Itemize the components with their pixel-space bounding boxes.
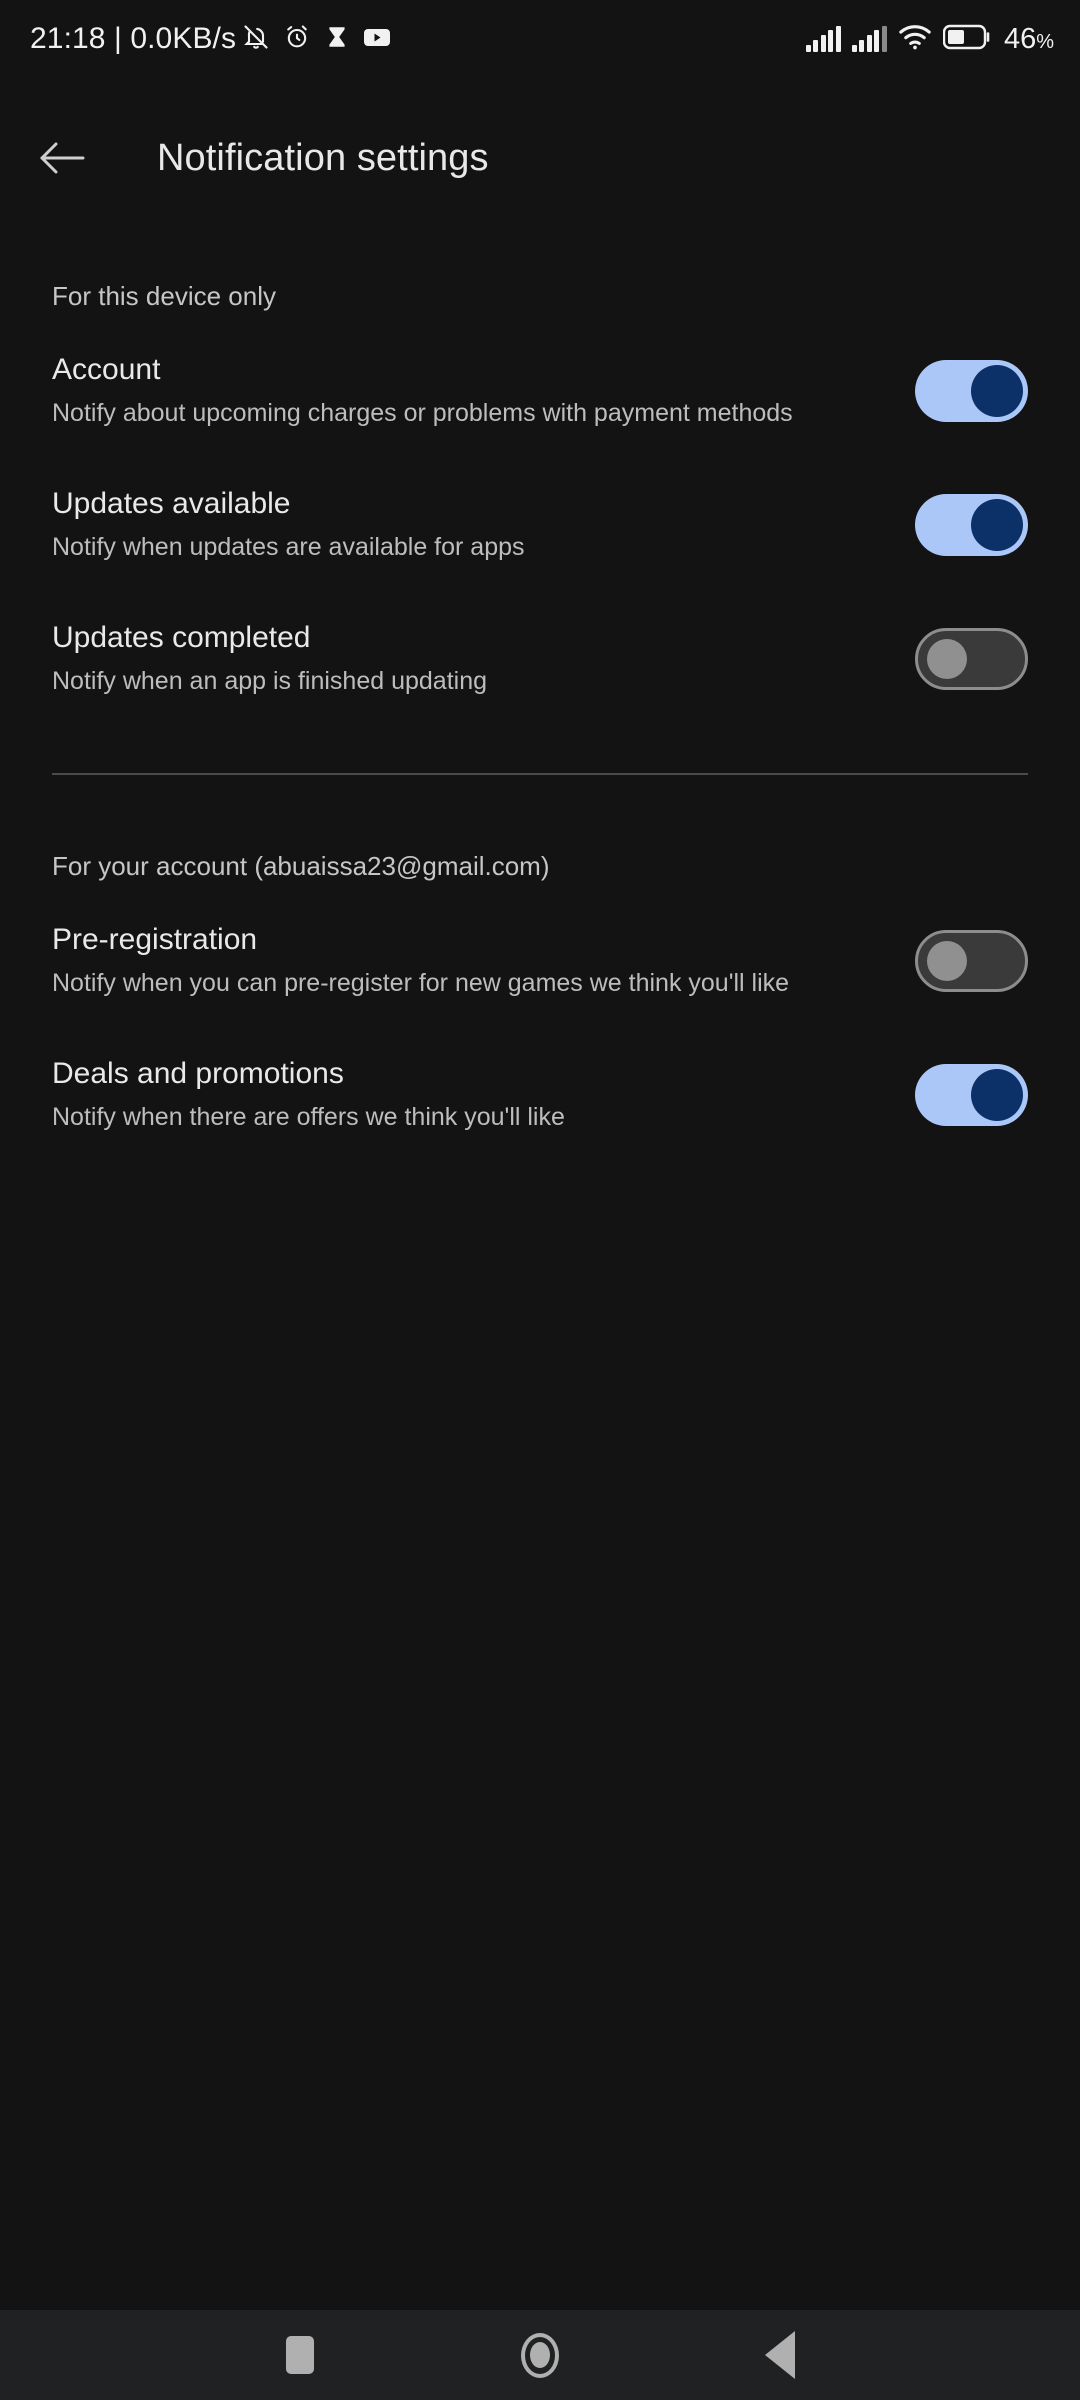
youtube-icon	[363, 26, 391, 53]
setting-subtitle: Notify when there are offers we think yo…	[52, 1102, 565, 1131]
toggle-knob	[927, 941, 967, 981]
back-arrow-icon[interactable]	[14, 110, 110, 205]
setting-row-pre-registration[interactable]: Pre-registration Notify when you can pre…	[0, 909, 1080, 1013]
recents-button[interactable]	[180, 2310, 420, 2400]
system-navigation-bar	[0, 2310, 1080, 2400]
setting-title: Updates completed	[52, 620, 311, 654]
home-button[interactable]	[420, 2310, 660, 2400]
toggle-updates-available[interactable]	[915, 494, 1028, 556]
battery-percent-label: 46%	[1003, 22, 1054, 55]
section-device: For this device only Account Notify abou…	[0, 205, 1080, 711]
toggle-knob	[971, 499, 1023, 551]
status-bar: 21:18 | 0.0KB/s 46%	[0, 0, 1080, 78]
notifications-off-icon	[242, 23, 270, 56]
circle-icon	[521, 2332, 559, 2378]
setting-row-deals-and-promotions[interactable]: Deals and promotions Notify when there a…	[0, 1043, 1080, 1147]
setting-subtitle: Notify about upcoming charges or problem…	[52, 398, 793, 427]
status-bar-right: 46%	[805, 22, 1054, 55]
setting-title: Updates available	[52, 486, 291, 520]
section-account: For your account (abuaissa23@gmail.com) …	[0, 775, 1080, 1147]
app-bar: Notification settings	[0, 110, 1080, 205]
settings-content: For this device only Account Notify abou…	[0, 205, 1080, 1147]
toggle-updates-completed[interactable]	[915, 628, 1028, 690]
wifi-icon	[898, 24, 932, 55]
toggle-deals-and-promotions[interactable]	[915, 1064, 1028, 1126]
row-texts: Pre-registration Notify when you can pre…	[52, 922, 790, 998]
signal-sim2-icon	[851, 26, 887, 52]
setting-row-updates-completed[interactable]: Updates completed Notify when an app is …	[0, 607, 1080, 711]
battery-icon	[942, 24, 991, 55]
setting-title: Deals and promotions	[52, 1056, 344, 1090]
alarm-icon	[283, 23, 311, 56]
setting-subtitle: Notify when you can pre-register for new…	[52, 968, 790, 997]
row-texts: Updates completed Notify when an app is …	[52, 620, 488, 696]
toggle-knob	[971, 1069, 1023, 1121]
setting-row-updates-available[interactable]: Updates available Notify when updates ar…	[0, 473, 1080, 577]
setting-title: Account	[52, 352, 161, 386]
toggle-knob	[927, 639, 967, 679]
triangle-back-icon	[765, 2331, 795, 2379]
toggle-pre-registration[interactable]	[915, 930, 1028, 992]
setting-row-account[interactable]: Account Notify about upcoming charges or…	[0, 339, 1080, 443]
status-bar-left: 21:18 | 0.0KB/s	[30, 23, 391, 56]
page-title: Notification settings	[157, 136, 489, 179]
hourglass-icon	[324, 24, 350, 55]
signal-sim1-icon	[805, 26, 841, 52]
row-texts: Updates available Notify when updates ar…	[52, 486, 525, 562]
setting-subtitle: Notify when an app is finished updating	[52, 666, 488, 695]
row-texts: Account Notify about upcoming charges or…	[52, 352, 793, 428]
toggle-knob	[971, 365, 1023, 417]
back-button[interactable]	[660, 2310, 900, 2400]
section-header-account: For your account (abuaissa23@gmail.com)	[52, 851, 550, 881]
square-icon	[286, 2336, 314, 2374]
section-header-device: For this device only	[52, 281, 276, 311]
status-clock-and-netspeed: 21:18 | 0.0KB/s	[30, 22, 237, 55]
setting-subtitle: Notify when updates are available for ap…	[52, 532, 525, 561]
row-texts: Deals and promotions Notify when there a…	[52, 1056, 565, 1132]
setting-title: Pre-registration	[52, 922, 258, 956]
toggle-account[interactable]	[915, 360, 1028, 422]
status-bar-notification-icons	[242, 23, 391, 56]
